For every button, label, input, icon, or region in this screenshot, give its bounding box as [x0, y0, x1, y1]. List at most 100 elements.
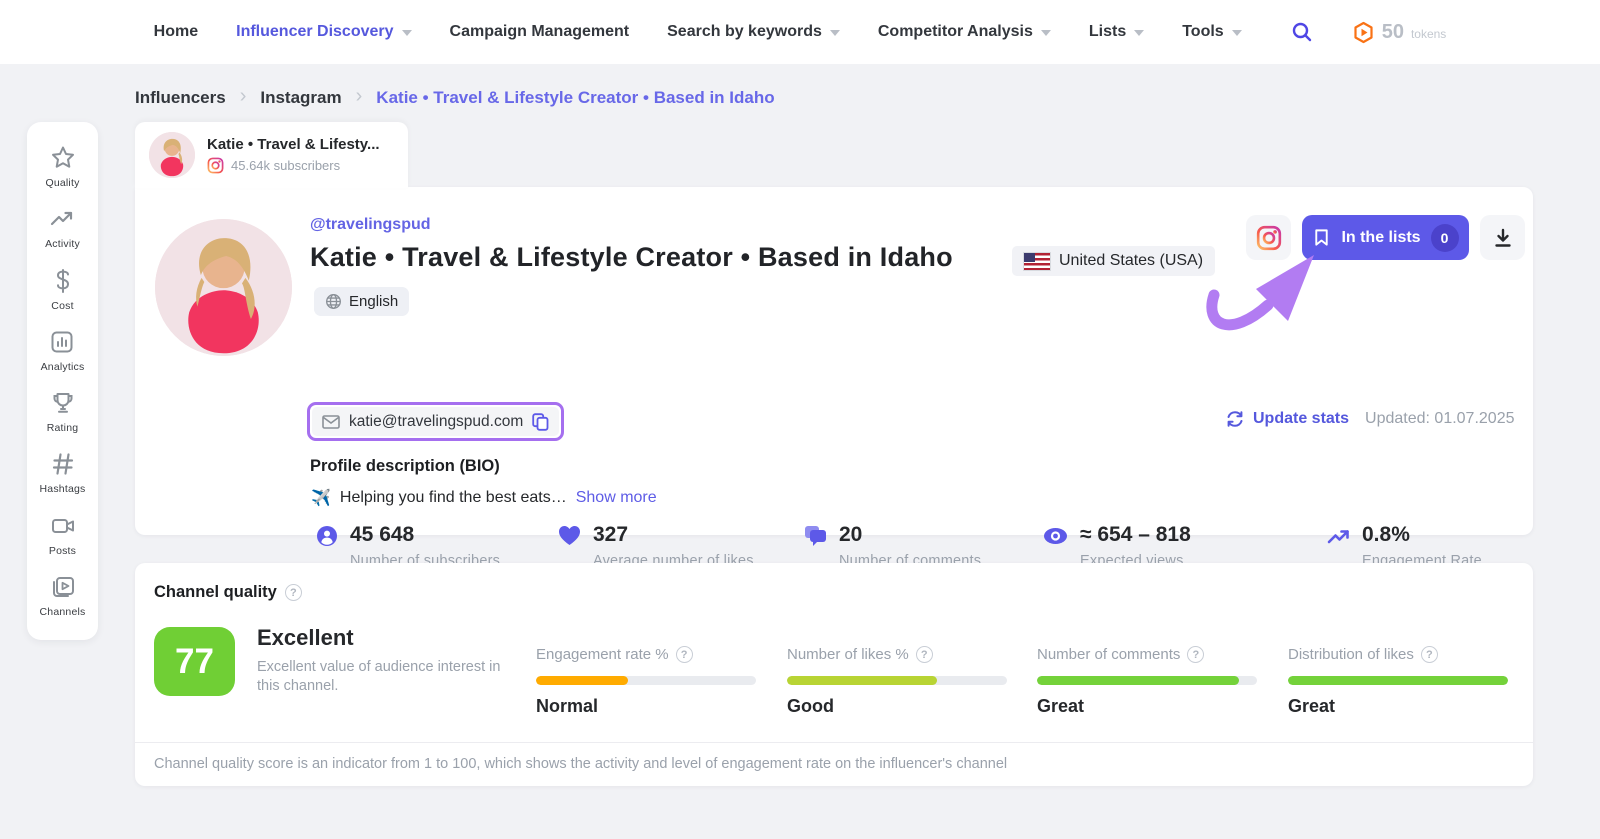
tab-title: Katie • Travel & Lifesty... — [207, 136, 380, 153]
profile-handle-link[interactable]: @travelingspud — [310, 216, 431, 234]
meter-track — [1288, 676, 1508, 685]
tokens-count: 50 — [1382, 21, 1404, 44]
dollar-icon — [49, 267, 77, 295]
quality-rating-description: Excellent value of audience interest in … — [257, 658, 522, 696]
meter-status: Great — [1288, 696, 1508, 717]
divider — [135, 742, 1533, 743]
chevron-right-icon: › — [356, 85, 363, 108]
bio-heading: Profile description (BIO) — [310, 457, 500, 476]
language-label: English — [349, 293, 398, 310]
chevron-down-icon — [1134, 30, 1144, 36]
tab-subscribers: 45.64k subscribers — [231, 158, 340, 173]
help-icon[interactable]: ? — [676, 646, 693, 663]
tab-text: Katie • Travel & Lifesty... 45.64k subsc… — [207, 136, 380, 174]
sidebar-item-cost[interactable]: Cost — [49, 267, 77, 312]
profile-name: Katie • Travel & Lifestyle Creator • Bas… — [310, 242, 953, 273]
in-the-lists-count-badge: 0 — [1431, 224, 1459, 252]
refresh-icon — [1225, 409, 1245, 429]
show-more-link[interactable]: Show more — [576, 489, 657, 507]
update-stats-row: Update stats Updated: 01.07.2025 — [1225, 409, 1515, 429]
trophy-icon — [49, 389, 77, 417]
meter-number-of-likes: Number of likes %? Good — [787, 646, 1007, 717]
tokens-label: tokens — [1411, 27, 1446, 41]
help-icon[interactable]: ? — [916, 646, 933, 663]
help-icon[interactable]: ? — [1187, 646, 1204, 663]
top-navbar: Home Influencer Discovery Campaign Manag… — [0, 0, 1600, 64]
update-stats-label: Update stats — [1253, 410, 1349, 428]
avatar — [149, 132, 195, 178]
open-instagram-button[interactable] — [1246, 215, 1291, 260]
instagram-icon — [207, 157, 224, 174]
bar-chart-icon — [48, 328, 76, 356]
tokens-balance[interactable]: 50 tokens — [1352, 21, 1447, 44]
country-label: United States (USA) — [1059, 252, 1203, 270]
help-icon[interactable]: ? — [285, 584, 302, 601]
download-report-button[interactable] — [1480, 215, 1525, 260]
nav-home[interactable]: Home — [154, 23, 198, 41]
in-the-lists-label: In the lists — [1341, 229, 1420, 247]
breadcrumb-influencers[interactable]: Influencers — [135, 88, 226, 108]
email-highlight-box: katie@travelingspud.com — [307, 402, 564, 441]
sidebar-item-analytics[interactable]: Analytics — [41, 328, 85, 373]
globe-icon — [325, 293, 342, 310]
email-field[interactable]: katie@travelingspud.com — [312, 407, 559, 436]
channel-quality-card: Channel quality ? 77 Excellent Excellent… — [135, 563, 1533, 786]
channel-quality-title: Channel quality ? — [154, 583, 302, 602]
airplane-emoji-icon: ✈️ — [311, 488, 331, 508]
quality-rating-label: Excellent — [257, 625, 354, 651]
profile-tab[interactable]: Katie • Travel & Lifesty... 45.64k subsc… — [135, 122, 408, 188]
sidebar-item-channels[interactable]: Channels — [40, 573, 86, 618]
meter-distribution-of-likes: Distribution of likes? Great — [1288, 646, 1508, 717]
profile-card: @travelingspud Katie • Travel & Lifestyl… — [135, 187, 1533, 535]
channels-icon — [49, 573, 77, 601]
sidebar-item-activity[interactable]: Activity — [45, 205, 80, 250]
nav-competitor-analysis[interactable]: Competitor Analysis — [878, 23, 1051, 41]
channel-quality-footnote: Channel quality score is an indicator fr… — [154, 756, 1007, 772]
section-sidebar: Quality Activity Cost Analytics Rating H… — [27, 122, 98, 640]
meter-number-of-comments: Number of comments? Great — [1037, 646, 1257, 717]
copy-icon[interactable] — [532, 413, 549, 431]
avatar — [155, 219, 292, 356]
breadcrumb-instagram[interactable]: Instagram — [260, 88, 341, 108]
meter-status: Good — [787, 696, 1007, 717]
search-icon[interactable] — [1290, 20, 1314, 44]
chevron-down-icon — [830, 30, 840, 36]
us-flag-icon — [1024, 253, 1050, 270]
meter-status: Normal — [536, 696, 756, 717]
nav-influencer-discovery[interactable]: Influencer Discovery — [236, 23, 411, 41]
in-the-lists-button[interactable]: In the lists 0 — [1302, 215, 1469, 260]
country-badge: United States (USA) — [1012, 246, 1215, 276]
meter-track — [1037, 676, 1257, 685]
chevron-down-icon — [1041, 30, 1051, 36]
nav-lists[interactable]: Lists — [1089, 23, 1144, 41]
bookmark-icon — [1312, 228, 1331, 247]
chevron-down-icon — [1232, 30, 1242, 36]
envelope-icon — [322, 415, 340, 429]
meter-fill — [1288, 676, 1508, 685]
star-icon — [49, 144, 77, 172]
sidebar-item-quality[interactable]: Quality — [45, 144, 79, 189]
chevron-down-icon — [402, 30, 412, 36]
meter-track — [536, 676, 756, 685]
breadcrumb-current-page: Katie • Travel & Lifestyle Creator • Bas… — [376, 88, 774, 108]
language-badge: English — [314, 287, 409, 316]
updated-date: Updated: 01.07.2025 — [1365, 410, 1514, 428]
token-icon — [1352, 21, 1375, 44]
sidebar-item-rating[interactable]: Rating — [47, 389, 79, 434]
chevron-right-icon: › — [240, 85, 247, 108]
sidebar-item-hashtags[interactable]: Hashtags — [40, 450, 86, 495]
meter-engagement-rate: Engagement rate %? Normal — [536, 646, 756, 717]
nav-campaign-management[interactable]: Campaign Management — [450, 23, 630, 41]
help-icon[interactable]: ? — [1421, 646, 1438, 663]
sidebar-item-posts[interactable]: Posts — [49, 512, 77, 557]
meter-status: Great — [1037, 696, 1257, 717]
meter-fill — [787, 676, 937, 685]
quality-score-badge: 77 — [154, 627, 235, 696]
nav-search-by-keywords[interactable]: Search by keywords — [667, 23, 840, 41]
bio-text: Helping you find the best eats… — [340, 489, 567, 507]
nav-tools[interactable]: Tools — [1182, 23, 1241, 41]
update-stats-button[interactable]: Update stats — [1225, 409, 1349, 429]
trend-icon — [48, 205, 76, 233]
download-icon — [1492, 227, 1514, 249]
instagram-icon — [1256, 225, 1282, 251]
